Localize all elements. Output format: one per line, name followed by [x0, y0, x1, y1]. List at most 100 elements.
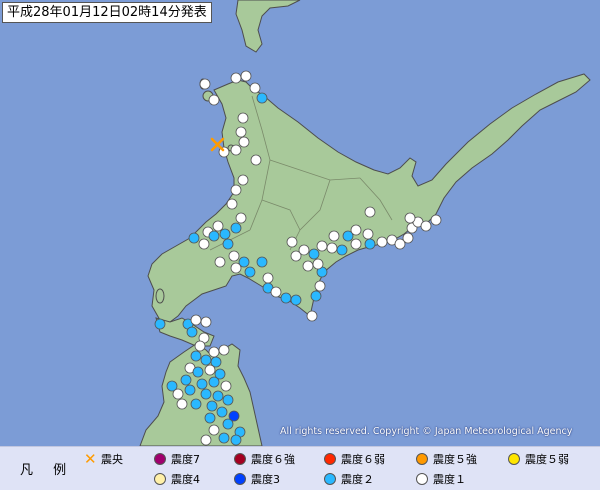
intensity-7-circle-icon	[154, 453, 166, 465]
legend-label: 震度５弱	[525, 453, 569, 466]
station-marker	[314, 280, 326, 292]
station-marker	[376, 236, 388, 248]
station-marker	[204, 364, 216, 376]
legend-label: 震度4	[171, 473, 200, 486]
station-marker	[228, 250, 240, 262]
station-marker	[226, 198, 238, 210]
station-marker	[212, 390, 224, 402]
station-marker	[362, 228, 374, 240]
station-marker	[188, 232, 200, 244]
station-marker	[206, 400, 218, 412]
station-marker	[190, 314, 202, 326]
station-marker	[218, 432, 230, 444]
station-marker	[328, 230, 340, 242]
station-marker	[154, 318, 166, 330]
legend-label: 震度２	[341, 473, 374, 486]
station-marker	[208, 346, 220, 358]
station-marker	[364, 206, 376, 218]
intensity-3-circle-icon	[234, 473, 246, 485]
intensity-6-lower-circle-icon	[324, 453, 336, 465]
station-marker	[200, 316, 212, 328]
intensity-4-circle-icon	[154, 473, 166, 485]
station-marker	[270, 286, 282, 298]
station-marker	[420, 220, 432, 232]
legend-label: 震度7	[171, 453, 200, 466]
station-marker	[216, 406, 228, 418]
station-marker	[326, 242, 338, 254]
station-marker	[192, 366, 204, 378]
station-marker	[204, 412, 216, 424]
station-marker	[220, 380, 232, 392]
station-marker	[240, 70, 252, 82]
station-marker	[308, 248, 320, 260]
station-marker	[235, 212, 247, 224]
station-marker	[200, 434, 212, 446]
station-marker	[402, 232, 414, 244]
station-marker	[230, 144, 242, 156]
station-marker	[235, 126, 247, 138]
station-marker	[256, 92, 268, 104]
station-marker	[298, 244, 310, 256]
station-marker	[290, 294, 302, 306]
station-marker	[364, 238, 376, 250]
station-marker	[404, 212, 416, 224]
station-marker	[430, 214, 442, 226]
station-marker	[238, 136, 250, 148]
legend-label: 震度3	[251, 473, 280, 486]
station-marker	[198, 238, 210, 250]
station-marker	[280, 292, 292, 304]
station-marker	[350, 224, 362, 236]
legend-label: 震度６弱	[341, 453, 385, 466]
intensity-5-lower-circle-icon	[508, 453, 520, 465]
station-marker	[212, 220, 224, 232]
station-marker	[350, 238, 362, 250]
station-marker	[237, 174, 249, 186]
station-marker	[222, 418, 234, 430]
copyright-notice: All rights reserved. Copyright © Japan M…	[280, 426, 573, 437]
station-marker	[190, 398, 202, 410]
station-marker	[230, 184, 242, 196]
issued-timestamp: 平成28年01月12日02時14分発表	[2, 2, 212, 23]
station-marker	[208, 94, 220, 106]
station-marker	[222, 238, 234, 250]
station-marker	[256, 256, 268, 268]
station-marker	[230, 222, 242, 234]
station-marker	[302, 260, 314, 272]
station-marker	[208, 424, 220, 436]
intensity-2-circle-icon	[324, 473, 336, 485]
intensity-map	[0, 0, 600, 446]
intensity-1-circle-icon	[416, 473, 428, 485]
station-marker	[286, 236, 298, 248]
station-marker	[176, 398, 188, 410]
station-marker	[237, 112, 249, 124]
station-marker	[190, 350, 202, 362]
intensity-6-upper-circle-icon	[234, 453, 246, 465]
station-marker	[244, 266, 256, 278]
station-marker	[172, 388, 184, 400]
station-marker	[180, 374, 192, 386]
station-marker	[218, 344, 230, 356]
station-marker	[312, 258, 324, 270]
station-marker	[194, 340, 206, 352]
station-marker	[249, 82, 261, 94]
station-marker	[306, 310, 318, 322]
legend-label: 震度１	[433, 473, 466, 486]
station-marker	[214, 256, 226, 268]
station-marker	[316, 240, 328, 252]
legend-label: 震央	[101, 453, 123, 466]
station-marker	[208, 376, 220, 388]
station-marker	[200, 354, 212, 366]
station-marker	[230, 434, 242, 446]
legend-label: 震度５強	[433, 453, 477, 466]
station-marker	[222, 394, 234, 406]
station-marker	[196, 378, 208, 390]
epicenter-cross-icon: ✕	[84, 450, 97, 468]
station-marker	[200, 388, 212, 400]
station-marker	[230, 72, 242, 84]
station-marker	[186, 326, 198, 338]
station-marker	[262, 272, 274, 284]
station-marker	[230, 262, 242, 274]
station-marker	[310, 290, 322, 302]
legend-label: 震度６強	[251, 453, 295, 466]
legend-panel: 凡 例 ✕ 震央 震度7 震度６強 震度６弱 震度５強 震度５弱 震度4 震度3…	[0, 446, 600, 490]
